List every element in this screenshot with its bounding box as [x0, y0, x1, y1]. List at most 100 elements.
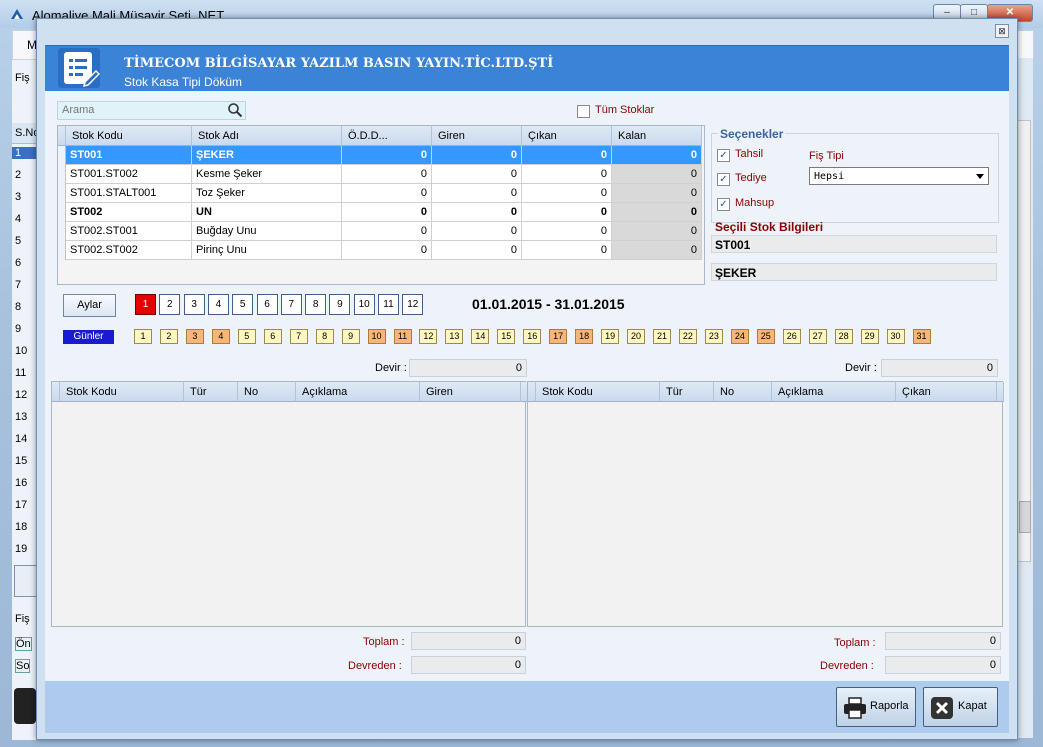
scrollbar-thumb[interactable]	[1019, 501, 1031, 533]
grid-column-header[interactable]: No	[714, 382, 772, 402]
day-button[interactable]: 19	[601, 329, 620, 344]
table-row[interactable]: ST001 ŞEKER 0 0 0 0	[58, 146, 704, 165]
row-number[interactable]: 10	[15, 345, 27, 357]
row-number[interactable]: 13	[15, 411, 27, 423]
day-button[interactable]: 25	[756, 329, 775, 344]
month-button[interactable]: 11	[378, 294, 399, 315]
search-icon[interactable]	[227, 102, 243, 118]
table-row[interactable]: ST001.ST002 Kesme Şeker 0 0 0 0	[58, 165, 704, 184]
day-button[interactable]: 10	[367, 329, 386, 344]
month-button[interactable]: 8	[305, 294, 327, 315]
row-number[interactable]: 14	[15, 433, 27, 445]
day-button[interactable]: 13	[445, 329, 464, 344]
table-row[interactable]: ST002.ST001 Buğday Unu 0 0 0 0	[58, 222, 704, 241]
grid-column-header[interactable]: Çıkan	[896, 382, 997, 402]
day-button[interactable]: 5	[237, 329, 256, 344]
dialog-close-button[interactable]: ⊠	[995, 24, 1009, 38]
day-button[interactable]: 8	[315, 329, 334, 344]
mahsup-checkbox[interactable]: ✓	[717, 198, 730, 211]
grid-column-header[interactable]: Ö.D.D...	[342, 126, 432, 146]
fis-tipi-select[interactable]: Hepsi	[809, 167, 989, 185]
row-number[interactable]: 12	[15, 389, 27, 401]
row-number[interactable]: 5	[15, 235, 21, 247]
grid-column-header[interactable]: Çıkan	[522, 126, 612, 146]
day-button[interactable]: 29	[860, 329, 879, 344]
day-button[interactable]: 26	[782, 329, 801, 344]
day-button[interactable]: 7	[289, 329, 308, 344]
bottom-item-on[interactable]: Ön	[15, 637, 32, 651]
month-button[interactable]: 6	[256, 294, 278, 315]
grid-column-header[interactable]: Stok Kodu	[66, 126, 192, 146]
row-number[interactable]: 11	[15, 367, 26, 379]
day-button[interactable]: 11	[393, 329, 412, 344]
row-number[interactable]: 4	[15, 213, 21, 225]
month-button[interactable]: 1	[135, 294, 156, 315]
day-button[interactable]: 3	[185, 329, 204, 344]
month-button[interactable]: 12	[402, 294, 424, 315]
month-button[interactable]: 10	[353, 294, 375, 315]
grid-column-header[interactable]: Tür	[660, 382, 714, 402]
day-button[interactable]: 24	[730, 329, 749, 344]
month-button[interactable]: 7	[280, 294, 302, 315]
day-button[interactable]: 28	[834, 329, 853, 344]
row-number[interactable]: 2	[15, 169, 21, 181]
row-number[interactable]: 16	[15, 477, 27, 489]
search-input[interactable]	[58, 102, 226, 117]
tediye-checkbox[interactable]: ✓	[717, 173, 730, 186]
row-number[interactable]: 19	[15, 543, 27, 555]
grid-column-header[interactable]: Stok Kodu	[60, 382, 184, 402]
day-button[interactable]: 17	[549, 329, 568, 344]
day-button[interactable]: 30	[886, 329, 905, 344]
kapat-button[interactable]: Kapat	[923, 687, 998, 727]
day-button[interactable]: 2	[159, 329, 178, 344]
day-button[interactable]: 16	[523, 329, 542, 344]
grid-column-header[interactable]: No	[238, 382, 296, 402]
grid-column-header[interactable]: Açıklama	[772, 382, 896, 402]
day-button[interactable]: 9	[341, 329, 360, 344]
grid-column-header[interactable]: Tür	[184, 382, 238, 402]
day-button[interactable]: 15	[497, 329, 516, 344]
day-button[interactable]: 18	[575, 329, 594, 344]
table-row[interactable]: ST002.ST002 Pirinç Unu 0 0 0 0	[58, 241, 704, 260]
row-number[interactable]: 8	[15, 301, 21, 313]
grid-column-header[interactable]: Giren	[420, 382, 521, 402]
day-button[interactable]: 4	[211, 329, 230, 344]
months-button[interactable]: Aylar	[63, 294, 116, 317]
grid-column-header[interactable]: Stok Adı	[192, 126, 342, 146]
table-row[interactable]: ST002 UN 0 0 0 0	[58, 203, 704, 222]
bottom-item-so[interactable]: So	[15, 659, 31, 673]
list-icon[interactable]	[14, 565, 38, 597]
grid-column-header[interactable]: Açıklama	[296, 382, 420, 402]
row-number[interactable]: 15	[15, 455, 27, 467]
table-row[interactable]: ST001.STALT001 Toz Şeker 0 0 0 0	[58, 184, 704, 203]
info-icon[interactable]	[14, 688, 36, 724]
day-button[interactable]: 21	[653, 329, 671, 344]
day-button[interactable]: 14	[471, 329, 490, 344]
month-button[interactable]: 5	[232, 294, 254, 315]
row-number[interactable]: 9	[15, 323, 21, 335]
day-button[interactable]: 22	[678, 329, 697, 344]
month-button[interactable]: 2	[159, 294, 181, 315]
background-scrollbar[interactable]	[1017, 120, 1031, 562]
days-button[interactable]: Günler	[63, 330, 114, 344]
row-number[interactable]: 7	[15, 279, 21, 291]
day-button[interactable]: 31	[912, 329, 931, 344]
row-number[interactable]: 18	[15, 521, 27, 533]
grid-column-header[interactable]: Stok Kodu	[536, 382, 660, 402]
day-button[interactable]: 23	[704, 329, 723, 344]
row-number[interactable]: 6	[15, 257, 21, 269]
grid-column-header[interactable]: Kalan	[612, 126, 702, 146]
day-button[interactable]: 1	[134, 329, 152, 344]
day-button[interactable]: 20	[627, 329, 646, 344]
month-button[interactable]: 9	[329, 294, 351, 315]
row-number[interactable]: 3	[15, 191, 21, 203]
month-button[interactable]: 3	[183, 294, 205, 315]
grid-column-header[interactable]: Giren	[432, 126, 522, 146]
tahsil-checkbox[interactable]: ✓	[717, 149, 730, 162]
day-button[interactable]: 6	[263, 329, 282, 344]
day-button[interactable]: 12	[419, 329, 438, 344]
month-button[interactable]: 4	[207, 294, 229, 315]
day-button[interactable]: 27	[808, 329, 827, 344]
row-number[interactable]: 17	[15, 499, 27, 511]
search-field[interactable]	[57, 101, 246, 120]
